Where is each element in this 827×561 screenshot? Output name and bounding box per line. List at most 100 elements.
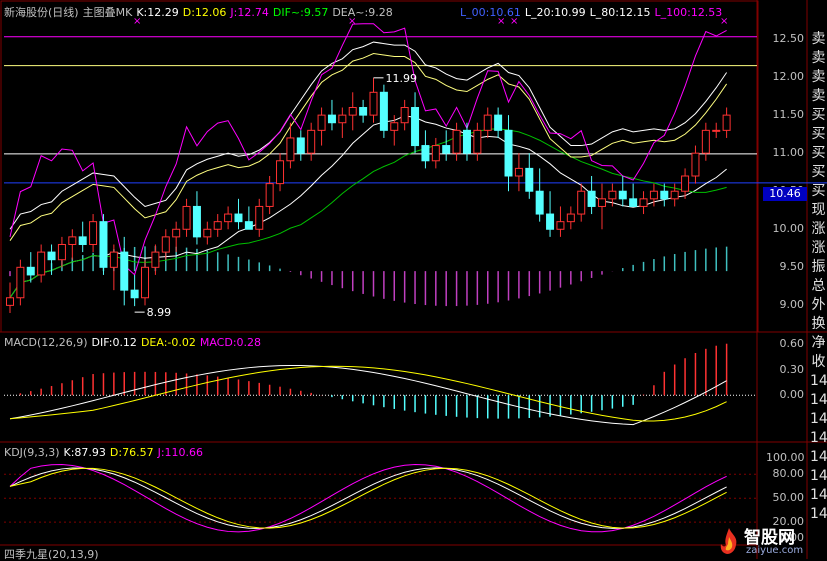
candle-body xyxy=(57,243,66,261)
quote-label: 外 xyxy=(811,297,826,313)
candle-body xyxy=(26,266,35,276)
quote-label: 买 xyxy=(811,145,826,161)
kdj-tick-label: 100.00 xyxy=(766,451,805,465)
candle-body xyxy=(722,114,731,131)
quote-label: 14 xyxy=(810,373,827,389)
candle-body xyxy=(452,129,461,154)
candle-body xyxy=(369,91,378,116)
candle-body xyxy=(546,213,555,230)
main-panel-frame xyxy=(0,0,759,333)
candle-body xyxy=(213,221,222,230)
quote-label: 振 xyxy=(811,259,826,275)
kdj-panel-header: KDJ(9,3,3) K:87.93 D:76.57 J:110.66 xyxy=(4,446,207,459)
candle-body xyxy=(608,190,617,200)
stock-chart[interactable]: 11.998.99× × × × × xyxy=(0,0,827,559)
candle-body xyxy=(68,236,77,245)
current-price-tag: 10.46 xyxy=(763,187,807,202)
watermark: 智股网 zaiyue.com xyxy=(716,523,827,559)
ma-label-100: L_100:12.53 xyxy=(654,6,723,19)
candle-body xyxy=(483,114,492,131)
price-tick-label: 12.00 xyxy=(772,70,805,84)
kdj-tick-label: 80.00 xyxy=(772,467,805,481)
candle-body xyxy=(224,213,233,223)
quote-label: 涨 xyxy=(811,221,826,237)
candle-body xyxy=(244,221,253,230)
quote-label: 总 xyxy=(811,278,826,294)
ma-legend: L_00:10.61 L_20:10.99 L_80:12.15 L_100:12.5… xyxy=(460,6,726,19)
candle-body xyxy=(47,251,56,261)
candle-body xyxy=(639,198,648,207)
ma-label-20: L_20:10.99 xyxy=(524,6,586,19)
macd-value: MACD:0.28 xyxy=(199,336,262,349)
high-marker-label: 11.99 xyxy=(386,72,418,85)
candle-body xyxy=(504,129,513,177)
candle-body xyxy=(6,297,14,306)
quote-label: 现 xyxy=(811,202,826,218)
candle-body xyxy=(701,129,710,154)
upper-band-line xyxy=(9,41,728,230)
price-tick-label: 9.00 xyxy=(779,298,805,312)
macd-tick-label: 0.30 xyxy=(779,362,805,376)
candle-body xyxy=(494,114,503,131)
candle-body xyxy=(109,251,118,268)
quote-label: 卖 xyxy=(811,31,826,47)
candle-body xyxy=(182,205,191,230)
macd-dea: DEA:-0.02 xyxy=(140,336,196,349)
candle-body xyxy=(712,129,721,132)
kdj-d: D:76.57 xyxy=(109,446,154,459)
kdj-j: J:110.66 xyxy=(157,446,204,459)
quote-label: 14 xyxy=(810,506,827,522)
candle-body xyxy=(286,137,295,162)
candle-body xyxy=(535,190,544,215)
candle-body xyxy=(514,167,523,177)
macd-title: MACD(12,26,9) xyxy=(4,336,88,349)
candle-body xyxy=(317,114,326,131)
candle-body xyxy=(390,122,399,131)
candle-body xyxy=(421,145,430,162)
upper-band-line-2 xyxy=(9,52,728,241)
quote-label: 买 xyxy=(811,107,826,123)
quote-label: 收 xyxy=(811,354,826,370)
macd-tick-label: 0.60 xyxy=(779,337,805,351)
candle-body xyxy=(255,205,264,230)
candle-body xyxy=(556,221,565,230)
candle-body xyxy=(141,266,150,299)
quote-column: 卖卖卖卖买买买买买现涨涨振总外换净收 14 14 14 14 14 14 14 14 xyxy=(810,30,827,524)
kdj-title: KDJ(9,3,3) xyxy=(4,446,60,459)
ma-label-0: L_00:10.61 xyxy=(460,6,521,19)
candle-body xyxy=(276,160,285,185)
candle-body xyxy=(78,236,87,245)
candle-body xyxy=(16,266,25,299)
candle-body xyxy=(151,251,160,268)
macd-dea-line xyxy=(9,365,727,422)
candle-body xyxy=(462,129,471,154)
quote-label: 14 xyxy=(810,449,827,465)
quote-label: 14 xyxy=(810,430,827,446)
quote-label: 14 xyxy=(810,392,827,408)
candle-body xyxy=(192,205,201,238)
main-panel-header: 新海股份(日线) 主图叠MK K:12.29 D:12.06 J:12.74 DIF~:9… xyxy=(4,6,397,19)
candle-body xyxy=(649,190,658,200)
candle-body xyxy=(296,137,305,154)
candle-body xyxy=(691,152,700,177)
candle-body xyxy=(660,190,669,200)
quote-label: 换 xyxy=(811,316,826,332)
candle-body xyxy=(359,107,368,116)
quote-label: 卖 xyxy=(811,69,826,85)
kdj-k: K:87.93 xyxy=(63,446,106,459)
candle-body xyxy=(172,228,181,238)
candle-body xyxy=(338,114,347,124)
quote-label: 卖 xyxy=(811,88,826,104)
candle-body xyxy=(629,198,638,207)
candle-body xyxy=(566,213,575,223)
candle-body xyxy=(597,198,606,207)
stock-title: 新海股份(日线) xyxy=(4,6,79,19)
d-value: D:12.06 xyxy=(182,6,227,19)
j-value: J:12.74 xyxy=(230,6,269,19)
candle-body xyxy=(37,251,46,276)
candle-body xyxy=(411,107,420,147)
macd-dif: DIF:0.12 xyxy=(91,336,137,349)
ma-label-80: L_80:12.15 xyxy=(589,6,651,19)
price-tick-label: 9.50 xyxy=(779,260,805,274)
quote-label: 买 xyxy=(811,164,826,180)
